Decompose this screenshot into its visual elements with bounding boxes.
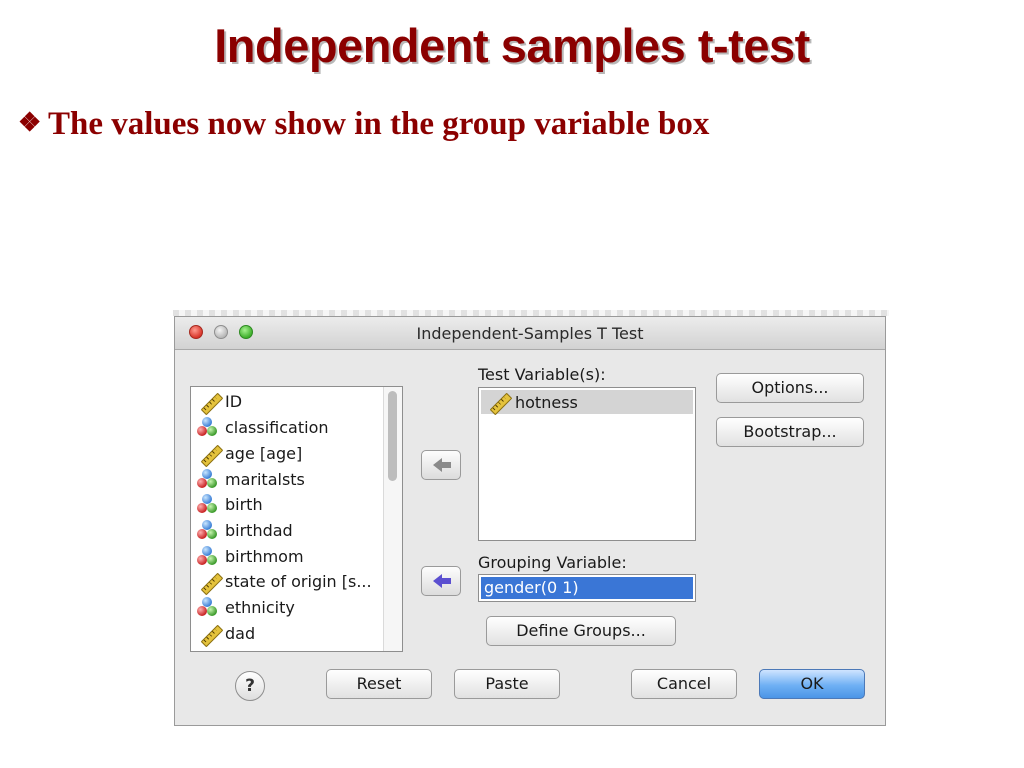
list-item-birthdad[interactable]: birthdad xyxy=(196,519,381,543)
ruler-icon xyxy=(485,391,513,416)
dialog-titlebar[interactable]: Independent-Samples T Test xyxy=(175,317,885,350)
nominal-balls-icon xyxy=(196,417,218,439)
define-groups-button[interactable]: Define Groups... xyxy=(486,616,676,646)
grouping-variable-label: Grouping Variable: xyxy=(478,553,627,572)
test-variables-list[interactable]: hotness xyxy=(478,387,696,541)
move-test-variable-button[interactable] xyxy=(421,450,461,480)
list-scrollbar[interactable] xyxy=(383,387,402,651)
bootstrap-button[interactable]: Bootstrap... xyxy=(716,417,864,447)
scroll-thumb[interactable] xyxy=(388,391,397,481)
arrow-left-icon xyxy=(433,574,451,588)
list-item-ethnicity[interactable]: ethnicity xyxy=(196,596,381,620)
arrow-left-icon xyxy=(433,458,451,472)
slide-title: Independent samples t-test xyxy=(214,19,810,72)
grouping-variable-field[interactable]: gender(0 1) xyxy=(478,574,696,602)
move-grouping-variable-button[interactable] xyxy=(421,566,461,596)
reset-button[interactable]: Reset xyxy=(326,669,432,699)
list-item-birthmom[interactable]: birthmom xyxy=(196,545,381,569)
dialog-title: Independent-Samples T Test xyxy=(416,324,644,343)
list-item-age[interactable]: age [age] xyxy=(196,442,381,468)
nominal-balls-icon xyxy=(196,494,218,516)
list-item-state-of-origin[interactable]: state of origin [s... xyxy=(196,570,381,596)
ruler-icon xyxy=(196,571,224,596)
test-variables-label: Test Variable(s): xyxy=(478,365,606,384)
list-item-hotness[interactable]: hotness xyxy=(481,390,693,416)
diamond-bullet-icon: ❖ xyxy=(18,108,42,137)
ok-button[interactable]: OK xyxy=(759,669,865,699)
list-item-id[interactable]: ID xyxy=(196,390,381,416)
list-item-dad[interactable]: dad xyxy=(196,622,381,648)
nominal-balls-icon xyxy=(196,469,218,491)
bullet-text: The values now show in the group variabl… xyxy=(48,106,710,142)
t-test-dialog: Independent-Samples T Test ID classifica… xyxy=(173,310,889,726)
ruler-icon xyxy=(196,443,224,468)
options-button[interactable]: Options... xyxy=(716,373,864,403)
nominal-balls-icon xyxy=(196,597,218,619)
list-item-birth[interactable]: birth xyxy=(196,493,381,517)
paste-button[interactable]: Paste xyxy=(454,669,560,699)
list-item-classification[interactable]: classification xyxy=(196,416,381,440)
nominal-balls-icon xyxy=(196,546,218,568)
ruler-icon xyxy=(196,623,224,648)
nominal-balls-icon xyxy=(196,520,218,542)
slide-bullet: ❖ The values now show in the group variab… xyxy=(18,106,709,143)
source-variable-list[interactable]: ID classification age [age] maritalsts b… xyxy=(190,386,403,652)
help-button[interactable]: ? xyxy=(235,671,265,701)
list-item-maritalsts[interactable]: maritalsts xyxy=(196,468,381,492)
cancel-button[interactable]: Cancel xyxy=(631,669,737,699)
ruler-icon xyxy=(196,391,224,416)
